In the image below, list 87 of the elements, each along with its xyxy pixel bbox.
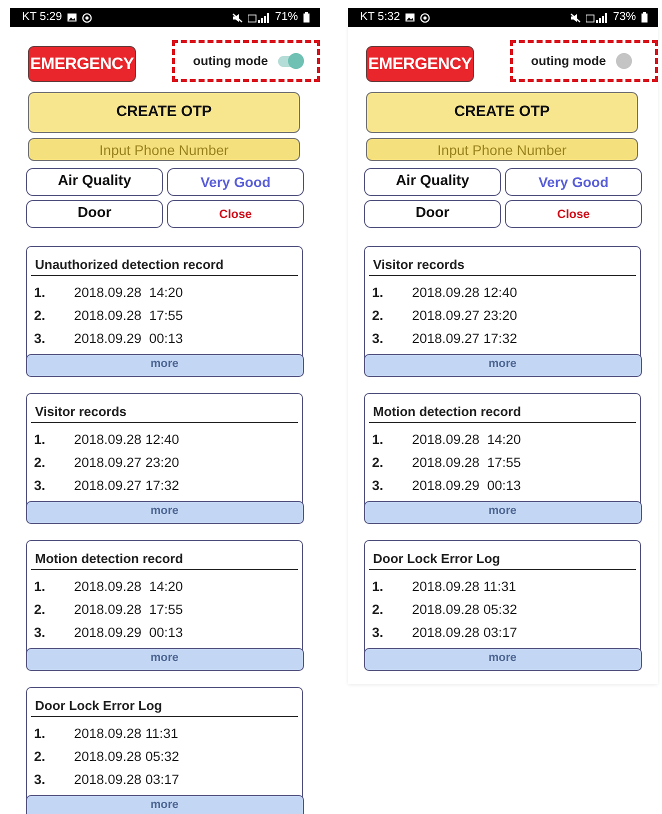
record-title: Door Lock Error Log: [369, 550, 636, 570]
entry-time: 2018.09.28 17:55: [412, 454, 521, 472]
status-label: Air Quality: [364, 168, 501, 196]
status-value: Close: [505, 200, 642, 228]
entry-number: 1.: [372, 284, 384, 302]
entry-time: 2018.09.28 12:40: [412, 284, 518, 302]
more-button[interactable]: more: [364, 500, 642, 524]
status-label: Door: [364, 200, 501, 228]
entry-time: 2018.09.27 23:20: [74, 454, 180, 472]
battery-icon: [641, 12, 648, 23]
emergency-button[interactable]: EMERGENCY: [366, 46, 474, 82]
battery-percent: 73%: [612, 10, 636, 25]
entry-number: 3.: [34, 771, 46, 790]
record-title: Motion detection record: [31, 550, 298, 570]
entry-number: 3.: [34, 624, 46, 642]
signal-icon: [248, 12, 270, 22]
more-button[interactable]: more: [26, 648, 304, 670]
entry-number: 2.: [34, 454, 46, 472]
entry-time: 2018.09.28 14:20: [74, 284, 183, 302]
entry-time: 2018.09.27 17:32: [412, 330, 518, 348]
outing-mode-toggle[interactable]: [278, 53, 304, 69]
entry-time: 2018.09.27 17:32: [74, 477, 180, 496]
mute-icon: [232, 12, 243, 22]
emergency-button[interactable]: EMERGENCY: [28, 46, 136, 82]
phone-number-field[interactable]: Input Phone Number: [366, 138, 638, 161]
entry-number: 2.: [34, 307, 46, 326]
create-otp-button[interactable]: CREATE OTP: [28, 92, 300, 133]
status-value: Close: [167, 200, 304, 228]
entry-number: 2.: [34, 748, 46, 766]
entry-time: 2018.09.28 05:32: [412, 601, 518, 620]
entry-time: 2018.09.28 12:40: [74, 431, 180, 450]
status-value: Very Good: [505, 168, 642, 196]
record-title: Door Lock Error Log: [31, 697, 298, 717]
entry-number: 1.: [34, 725, 46, 744]
entry-time: 2018.09.28 11:31: [412, 578, 516, 596]
more-button[interactable]: more: [26, 354, 304, 376]
more-button[interactable]: more: [364, 648, 642, 670]
entry-time: 2018.09.27 23:20: [412, 307, 518, 326]
entry-time: 2018.09.28 11:31: [74, 725, 178, 744]
record-title: Unauthorized detection record: [31, 256, 298, 276]
entry-number: 1.: [34, 578, 46, 596]
entry-number: 1.: [34, 431, 46, 450]
entry-number: 1.: [372, 431, 384, 450]
entry-time: 2018.09.28 17:55: [74, 601, 183, 620]
entry-number: 1.: [372, 578, 384, 596]
entry-time: 2018.09.28 03:17: [74, 771, 180, 790]
more-button[interactable]: more: [26, 500, 304, 524]
outing-mode-label: outing mode: [531, 52, 606, 70]
entry-number: 3.: [372, 477, 384, 496]
entry-number: 3.: [34, 330, 46, 348]
circle-icon: [82, 12, 92, 22]
entry-number: 2.: [372, 454, 384, 472]
status-value: Very Good: [167, 168, 304, 196]
entry-time: 2018.09.29 00:13: [74, 624, 183, 642]
circle-icon: [420, 12, 430, 22]
entry-time: 2018.09.28 05:32: [74, 748, 180, 766]
entry-time: 2018.09.28 14:20: [74, 578, 183, 596]
create-otp-button[interactable]: CREATE OTP: [366, 92, 638, 133]
entry-time: 2018.09.29 00:13: [74, 330, 183, 348]
entry-time: 2018.09.28 03:17: [412, 624, 518, 642]
more-button[interactable]: more: [26, 794, 304, 814]
entry-number: 1.: [34, 284, 46, 302]
status-label: Door: [26, 200, 163, 228]
gallery-icon: [67, 13, 78, 22]
entry-time: 2018.09.28 17:55: [74, 307, 183, 326]
entry-number: 3.: [34, 477, 46, 496]
carrier-time: KT 5:32: [360, 10, 400, 25]
phone-number-field[interactable]: Input Phone Number: [28, 138, 300, 161]
battery-icon: [303, 12, 310, 23]
entry-time: 2018.09.29 00:13: [412, 477, 521, 496]
record-title: Visitor records: [369, 256, 636, 276]
signal-icon: [586, 12, 608, 22]
more-button[interactable]: more: [364, 354, 642, 376]
entry-number: 2.: [372, 601, 384, 620]
record-title: Motion detection record: [369, 403, 636, 423]
entry-number: 3.: [372, 330, 384, 348]
entry-number: 3.: [372, 624, 384, 642]
mute-icon: [570, 12, 581, 22]
battery-percent: 71%: [274, 10, 298, 25]
gallery-icon: [405, 13, 416, 22]
entry-number: 2.: [372, 307, 384, 326]
entry-time: 2018.09.28 14:20: [412, 431, 521, 450]
outing-mode-label: outing mode: [193, 52, 268, 70]
record-title: Visitor records: [31, 403, 298, 423]
status-label: Air Quality: [26, 168, 163, 196]
entry-number: 2.: [34, 601, 46, 620]
carrier-time: KT 5:29: [22, 10, 62, 25]
